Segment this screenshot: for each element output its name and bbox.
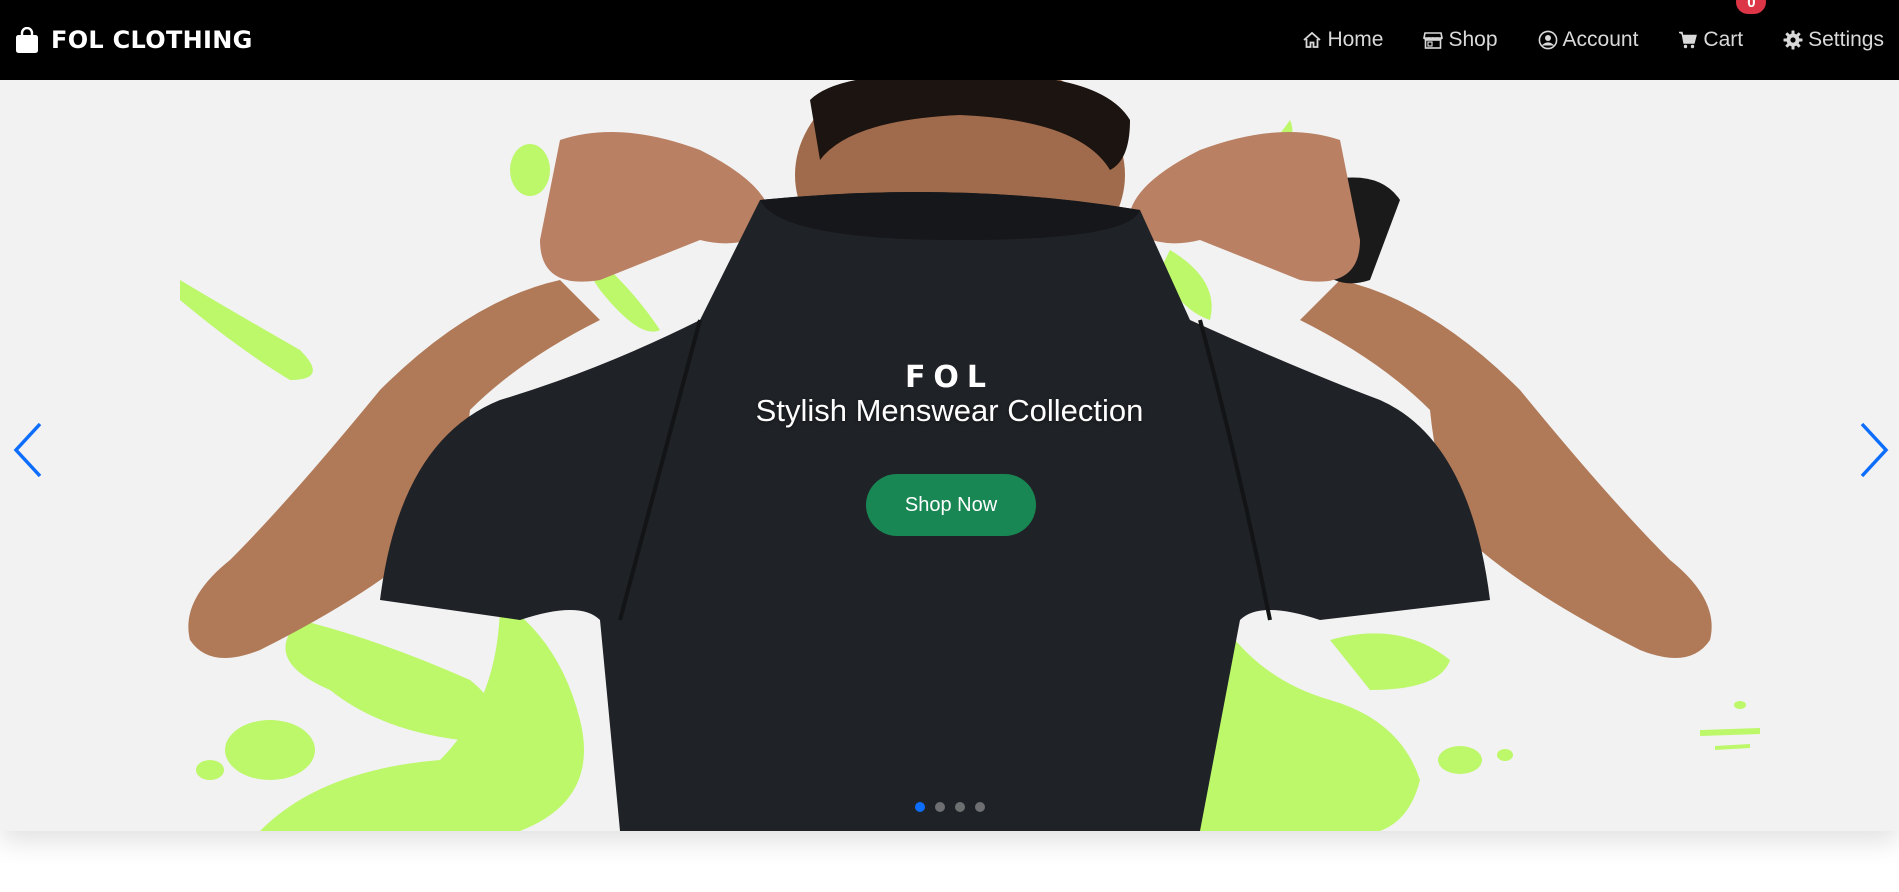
cart-count-badge: 0	[1736, 0, 1767, 14]
nav-home[interactable]: Home	[1302, 28, 1383, 52]
user-circle-icon	[1538, 30, 1557, 50]
nav-cart[interactable]: Cart 0	[1678, 0, 1767, 52]
carousel-prev-arrow-icon[interactable]	[10, 420, 50, 480]
shopping-bag-icon	[16, 27, 38, 53]
cart-icon	[1679, 31, 1698, 49]
brand-link[interactable]: FOL CLOTHING	[15, 26, 253, 54]
shirt-logo-text: FOL	[904, 360, 995, 395]
home-icon	[1303, 31, 1322, 48]
nav-account[interactable]: Account	[1538, 28, 1639, 52]
hero-caption: Stylish Menswear Collection	[755, 393, 1144, 428]
nav-settings[interactable]: Settings	[1783, 28, 1884, 52]
main-nav: Home Shop Account Cart 0 Settings	[1262, 0, 1884, 80]
store-icon	[1423, 32, 1444, 49]
carousel-indicator-4[interactable]	[974, 802, 985, 812]
carousel-indicator-1[interactable]	[914, 802, 925, 812]
nav-shop[interactable]: Shop	[1423, 28, 1498, 52]
hero-carousel: FOL Stylish Menswear Collection Shop Now	[0, 80, 1899, 831]
shop-now-button[interactable]: Shop Now	[866, 474, 1036, 536]
nav-account-label: Account	[1562, 28, 1639, 51]
carousel-next-arrow-icon[interactable]	[1852, 420, 1892, 480]
nav-shop-label: Shop	[1448, 28, 1498, 51]
top-navbar: FOL CLOTHING Home Shop Account Cart 0 Se…	[0, 0, 1899, 80]
gear-icon	[1783, 30, 1803, 50]
carousel-indicator-2[interactable]	[934, 802, 945, 812]
brand-name: FOL CLOTHING	[51, 26, 253, 54]
hero-slide-image	[0, 80, 1899, 831]
nav-settings-label: Settings	[1808, 28, 1884, 51]
carousel-indicator-3[interactable]	[954, 802, 965, 812]
nav-home-label: Home	[1327, 28, 1384, 51]
carousel-indicators	[0, 802, 1899, 812]
nav-cart-label: Cart	[1703, 28, 1744, 51]
